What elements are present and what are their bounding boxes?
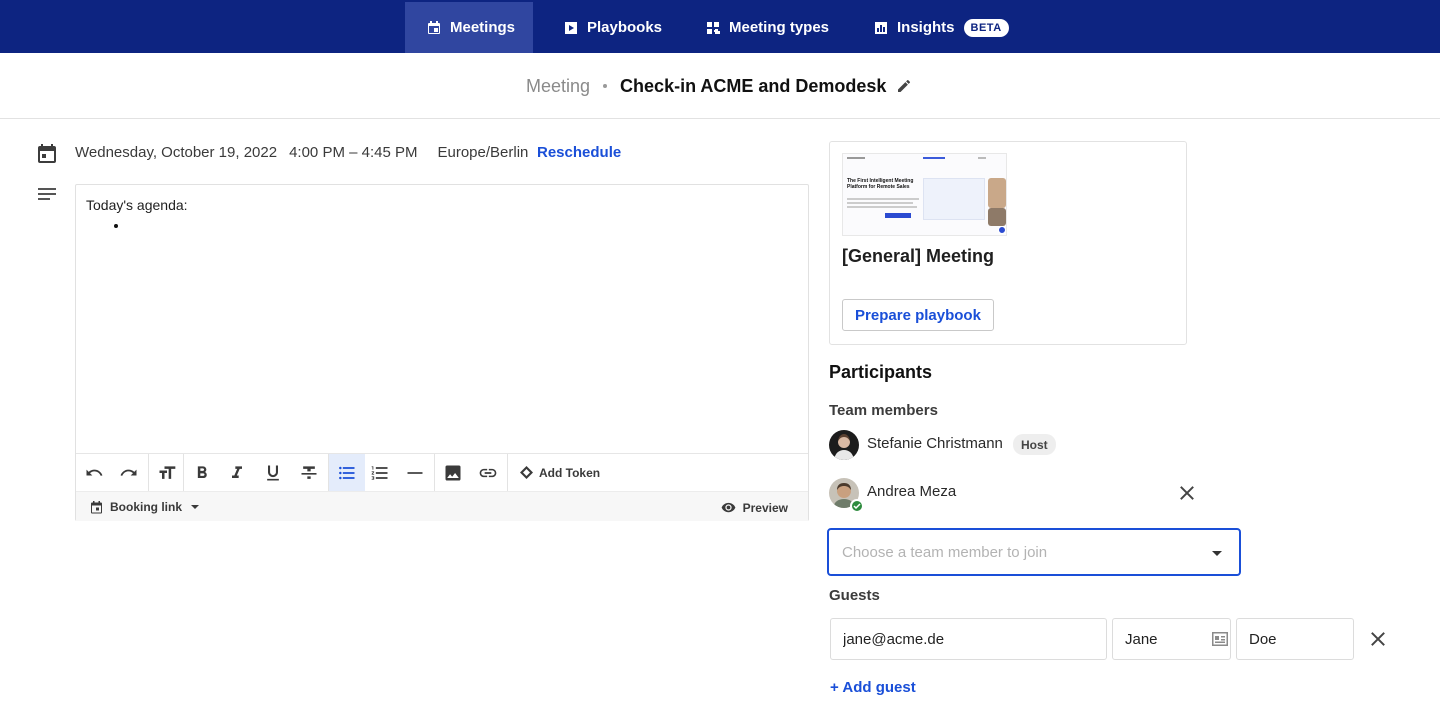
numbered-list-icon — [371, 465, 388, 480]
breadcrumb-separator — [603, 84, 608, 88]
text-size-button[interactable] — [149, 454, 185, 491]
strikethrough-button[interactable] — [291, 454, 327, 491]
bold-icon — [197, 465, 207, 478]
playbook-title: [General] Meeting — [842, 246, 995, 266]
page-title: Check-in ACME and Demodesk — [620, 75, 887, 96]
chart-icon — [875, 21, 887, 34]
nav-tab-label: Meetings — [450, 19, 516, 36]
undo-icon — [86, 469, 103, 476]
team-members-label: Team members — [829, 402, 938, 419]
chevron-down-icon — [1212, 551, 1222, 556]
close-icon — [1180, 486, 1194, 500]
add-token-button[interactable]: Add Token — [520, 454, 600, 491]
guests-label: Guests — [829, 587, 880, 604]
redo-icon — [120, 469, 137, 476]
participants-heading: Participants — [829, 362, 933, 382]
thumbnail-heading: The First Intelligent Meeting Platform f… — [847, 178, 914, 190]
nav-tab-label: Meeting types — [729, 19, 830, 36]
top-navigation: Meetings Playbooks Meeting types Insight… — [0, 0, 1440, 53]
booking-link-label: Booking link — [110, 500, 182, 514]
nav-tab-meeting-types[interactable]: Meeting types — [706, 2, 829, 53]
nav-tab-label: Insights — [897, 19, 955, 36]
contact-card-icon[interactable] — [1211, 631, 1229, 647]
team-member-select[interactable]: Choose a team member to join — [827, 528, 1241, 576]
editor-text[interactable]: Today's agenda: — [86, 197, 188, 213]
notes-icon — [38, 188, 56, 200]
editor-toolbar: Add Token — [76, 453, 808, 491]
playbook-card: The First Intelligent Meeting Platform f… — [829, 141, 1187, 345]
close-icon — [1371, 632, 1385, 646]
member-name: Stefanie Christmann — [867, 435, 1003, 452]
nav-tab-meetings[interactable]: Meetings — [405, 2, 533, 53]
title-bar: Meeting Check-in ACME and Demodesk — [0, 53, 1440, 119]
preview-label: Preview — [742, 500, 788, 515]
nav-tab-label: Playbooks — [587, 19, 663, 36]
text-size-icon — [159, 465, 176, 479]
italic-icon — [232, 465, 242, 478]
member-name: Andrea Meza — [867, 483, 957, 500]
undo-button[interactable] — [76, 454, 112, 491]
pencil-icon[interactable] — [896, 78, 912, 94]
avatar — [829, 430, 859, 460]
calendar-icon — [91, 500, 102, 513]
guest-email-field[interactable] — [830, 618, 1107, 660]
preview-button[interactable]: Preview — [721, 500, 788, 515]
bullet-list-button[interactable] — [329, 454, 365, 491]
add-token-label: Add Token — [539, 465, 601, 480]
horizontal-rule-icon — [407, 471, 423, 474]
nav-tab-insights[interactable]: Insights BETA — [874, 2, 1009, 53]
italic-button[interactable] — [219, 454, 255, 491]
image-button[interactable] — [435, 454, 471, 491]
prepare-playbook-button[interactable]: Prepare playbook — [842, 299, 994, 331]
editor-footer: Booking link Preview — [76, 491, 808, 521]
meeting-schedule: Wednesday, October 19, 2022 4:00 PM – 4:… — [75, 144, 528, 161]
breadcrumb-meeting[interactable]: Meeting — [526, 76, 590, 97]
meeting-date: Wednesday, October 19, 2022 — [75, 144, 278, 161]
link-button[interactable] — [470, 454, 506, 491]
check-icon — [850, 499, 864, 513]
underline-button[interactable] — [255, 454, 291, 491]
redo-button[interactable] — [111, 454, 147, 491]
remove-guest-button[interactable] — [1369, 630, 1387, 648]
divider-button[interactable] — [397, 454, 433, 491]
eye-icon — [721, 502, 735, 513]
select-placeholder: Choose a team member to join — [842, 544, 1048, 561]
remove-member-button[interactable] — [1178, 484, 1196, 502]
calendar-icon — [428, 20, 440, 34]
nav-tab-playbooks[interactable]: Playbooks — [564, 2, 662, 53]
bullet-list-icon — [339, 466, 355, 479]
guest-last-name-field[interactable] — [1236, 618, 1354, 660]
agenda-editor[interactable]: Today's agenda: Add Token Booking link P… — [75, 184, 809, 521]
booking-link-dropdown[interactable]: Booking link — [90, 500, 199, 514]
chevron-down-icon — [191, 505, 199, 509]
strikethrough-icon — [301, 465, 317, 479]
meeting-time: 4:00 PM – 4:45 PM — [289, 144, 418, 161]
host-badge: Host — [1013, 434, 1056, 455]
toolbar-divider — [507, 454, 508, 491]
playbook-thumbnail: The First Intelligent Meeting Platform f… — [842, 153, 1007, 236]
calendar-icon — [38, 144, 56, 163]
person-icon — [834, 434, 854, 460]
image-icon — [445, 465, 461, 480]
breadcrumb: Meeting Check-in ACME and Demodesk — [526, 75, 912, 97]
beta-badge: BETA — [963, 18, 1009, 37]
add-guest-link[interactable]: + Add guest — [830, 679, 916, 696]
underline-icon — [267, 465, 279, 480]
link-icon — [479, 468, 497, 477]
reschedule-link[interactable]: Reschedule — [537, 144, 621, 161]
numbered-list-button[interactable] — [362, 454, 398, 491]
bold-button[interactable] — [184, 454, 220, 491]
diamond-icon — [520, 466, 533, 479]
meeting-timezone: Europe/Berlin — [437, 144, 529, 161]
play-icon — [565, 21, 577, 34]
list-bullet — [114, 224, 118, 228]
grid-icon — [707, 21, 720, 34]
